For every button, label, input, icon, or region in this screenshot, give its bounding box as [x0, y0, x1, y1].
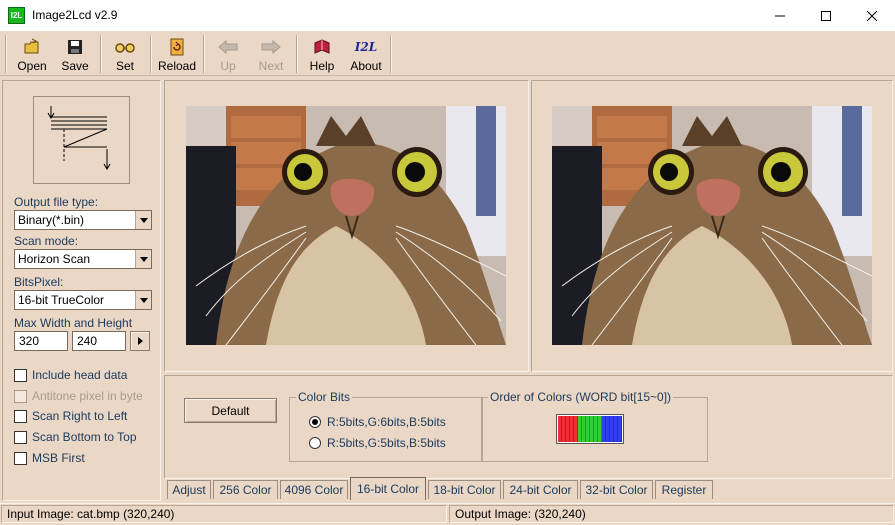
- app-icon: I2L: [8, 7, 25, 24]
- toolbar-separator: [390, 35, 392, 73]
- apply-size-button[interactable]: [130, 331, 150, 351]
- checkbox[interactable]: [14, 430, 27, 444]
- radio-label: R:5bits,G:5bits,B:5bits: [327, 436, 446, 450]
- open-folder-icon: [23, 37, 41, 57]
- save-button[interactable]: Save: [56, 33, 94, 73]
- minimize-icon: [775, 15, 785, 16]
- checkbox-label: MSB First: [32, 451, 85, 465]
- output-image-status: Output Image: (320,240): [449, 505, 894, 523]
- bits-pixel-label: BitsPixel:: [14, 275, 64, 289]
- checkbox-label: Antitone pixel in byte: [32, 389, 143, 403]
- window-title: Image2Lcd v2.9: [32, 8, 118, 22]
- toolbar-separator: [203, 35, 205, 73]
- checkbox-row[interactable]: Antitone pixel in byte: [14, 389, 143, 403]
- output-type-label: Output file type:: [14, 195, 99, 209]
- output-type-select[interactable]: Binary(*.bin): [14, 210, 152, 230]
- max-height-input[interactable]: 240: [72, 331, 126, 351]
- output-image: [552, 106, 872, 345]
- default-button[interactable]: Default: [184, 398, 277, 423]
- radio-button[interactable]: [309, 437, 321, 449]
- tab-adjust[interactable]: Adjust: [167, 480, 211, 499]
- checkbox-row[interactable]: Scan Right to Left: [14, 409, 127, 423]
- about-button[interactable]: I2L About: [345, 33, 387, 73]
- reload-button[interactable]: Reload: [156, 33, 198, 73]
- max-width-input[interactable]: 320: [14, 331, 68, 351]
- bits-pixel-select[interactable]: 16-bit TrueColor: [14, 290, 152, 310]
- color-bits-group: [289, 397, 482, 462]
- radio-button[interactable]: [309, 416, 321, 428]
- color-bits-radio[interactable]: R:5bits,G:6bits,B:5bits: [309, 415, 446, 429]
- scan-mode-label: Scan mode:: [14, 234, 79, 248]
- toolbar-separator: [150, 35, 152, 73]
- checkbox-label: Include head data: [32, 368, 128, 382]
- help-button[interactable]: Help: [303, 33, 341, 73]
- checkbox[interactable]: [14, 389, 27, 403]
- input-image: [186, 106, 506, 345]
- checkbox-label: Scan Right to Left: [32, 409, 128, 423]
- tab-16-bit-color[interactable]: 16-bit Color: [350, 477, 426, 500]
- checkbox-label: Scan Bottom to Top: [32, 430, 137, 444]
- color-bits-title: Color Bits: [296, 390, 353, 404]
- tab-4096-color[interactable]: 4096 Color: [280, 480, 348, 499]
- scan-diagram-icon: [47, 106, 111, 170]
- tab-256-color[interactable]: 256 Color: [213, 480, 278, 499]
- floppy-disk-icon: [67, 37, 83, 57]
- toolbar-grip: [5, 35, 7, 73]
- play-arrow-icon: [137, 337, 143, 345]
- arrow-left-icon: [217, 37, 239, 57]
- toolbar-separator: [296, 35, 298, 73]
- chevron-down-icon: [135, 250, 151, 268]
- arrow-right-icon: [260, 37, 282, 57]
- tab-18-bit-color[interactable]: 18-bit Color: [428, 480, 501, 499]
- color-bits-radio[interactable]: R:5bits,G:5bits,B:5bits: [309, 436, 446, 450]
- up-button[interactable]: Up: [210, 33, 246, 73]
- checkbox-row[interactable]: Scan Bottom to Top: [14, 430, 137, 444]
- reload-icon: [170, 37, 184, 57]
- toolbar-separator: [100, 35, 102, 73]
- maximize-button[interactable]: [803, 0, 849, 31]
- minimize-button[interactable]: [757, 0, 803, 31]
- color-order-preview: [556, 414, 624, 444]
- next-button[interactable]: Next: [253, 33, 289, 73]
- maximize-icon: [821, 10, 831, 21]
- color-bit-swatch: [618, 416, 622, 442]
- max-size-label: Max Width and Height: [14, 316, 133, 330]
- tab-register[interactable]: Register: [655, 480, 713, 499]
- checkbox[interactable]: [14, 451, 27, 465]
- close-icon: [867, 10, 877, 21]
- chevron-down-icon: [135, 211, 151, 229]
- open-button[interactable]: Open: [12, 33, 52, 73]
- checkbox-row[interactable]: MSB First: [14, 451, 85, 465]
- input-image-status: Input Image: cat.bmp (320,240): [1, 505, 447, 523]
- tab-32-bit-color[interactable]: 32-bit Color: [580, 480, 653, 499]
- help-book-icon: [313, 37, 331, 57]
- order-colors-title: Order of Colors (WORD bit[15~0]): [488, 390, 674, 404]
- glasses-icon: [115, 37, 135, 57]
- checkbox[interactable]: [14, 409, 27, 423]
- i2l-logo-icon: I2L: [354, 40, 378, 54]
- tab-24-bit-color[interactable]: 24-bit Color: [503, 480, 578, 499]
- set-button[interactable]: Set: [106, 33, 144, 73]
- radio-label: R:5bits,G:6bits,B:5bits: [327, 415, 446, 429]
- close-button[interactable]: [849, 0, 895, 31]
- scan-mode-select[interactable]: Horizon Scan: [14, 249, 152, 269]
- checkbox[interactable]: [14, 368, 27, 382]
- chevron-down-icon: [135, 291, 151, 309]
- checkbox-row[interactable]: Include head data: [14, 368, 127, 382]
- scan-direction-preview: [33, 96, 130, 184]
